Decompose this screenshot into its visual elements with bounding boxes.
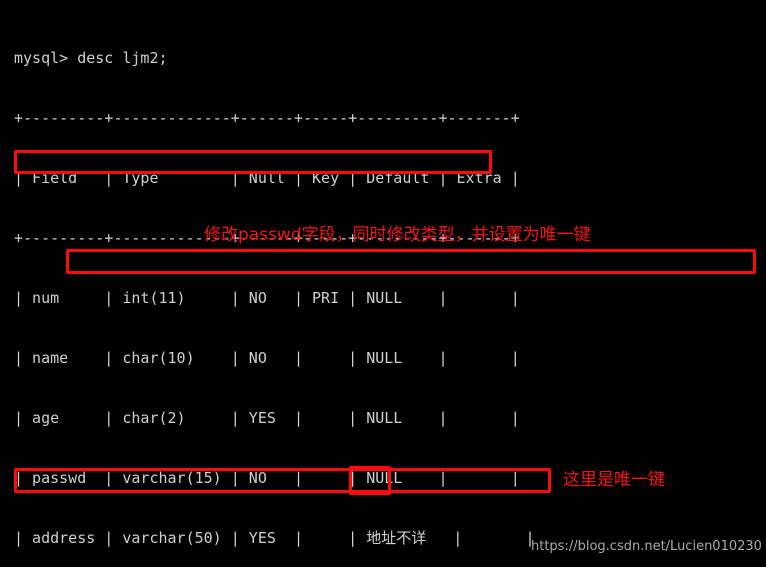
terminal-line-desc-first: mysql> desc ljm2; bbox=[14, 49, 168, 67]
table-row: | age | char(2) | YES | | NULL | | bbox=[14, 409, 520, 427]
watermark-url: https://blog.csdn.net/Lucien010230 bbox=[531, 539, 762, 554]
annotation-modify-note: 修改passwd字段，同时修改类型，并设置为唯一键 bbox=[204, 225, 591, 245]
table-row: | num | int(11) | NO | PRI | NULL | | bbox=[14, 289, 520, 307]
table-top-border-1: +---------+-------------+------+-----+--… bbox=[14, 109, 520, 127]
annotation-unique-key-note: 这里是唯一键 bbox=[563, 470, 665, 490]
table-row: | name | char(10) | NO | | NULL | | bbox=[14, 349, 520, 367]
terminal-screen: mysql> desc ljm2; +---------+-----------… bbox=[0, 0, 766, 567]
table-header-row-1: | Field | Type | Null | Key | Default | … bbox=[14, 169, 520, 187]
